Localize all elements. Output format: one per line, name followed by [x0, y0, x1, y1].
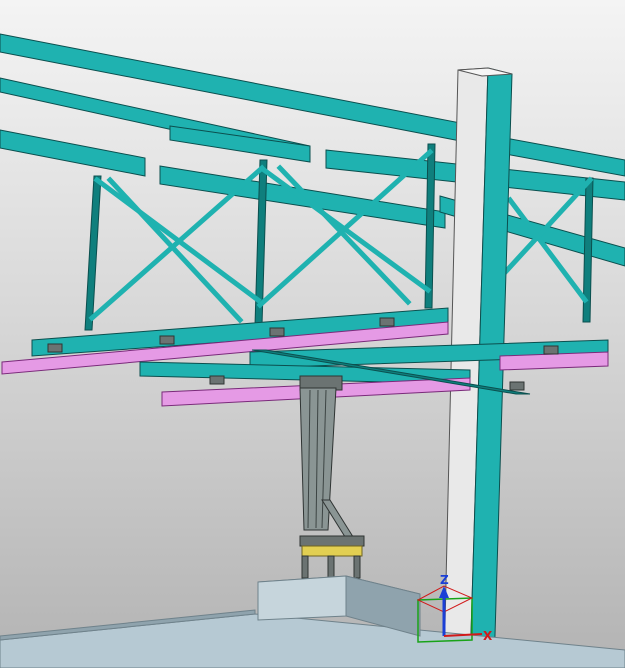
- effector-leg: [301, 555, 309, 579]
- floor-slab: [0, 575, 625, 668]
- clamp: [209, 375, 225, 385]
- cad-3d-viewport[interactable]: Z X: [0, 0, 625, 668]
- roof-beam: [0, 129, 146, 177]
- brace: [106, 176, 244, 324]
- clamp: [379, 317, 395, 327]
- clamp: [47, 343, 63, 353]
- effector-leg: [353, 555, 361, 579]
- effector-leg: [327, 555, 335, 579]
- pedestal-front: [257, 575, 347, 621]
- roof-beam: [0, 33, 477, 145]
- clamp: [269, 327, 285, 337]
- effector-plate: [299, 535, 365, 547]
- clamp: [509, 381, 525, 391]
- floor-surface: [0, 613, 625, 668]
- gantry-model-scene[interactable]: Z X: [0, 0, 625, 668]
- hanger-post: [84, 175, 102, 331]
- effector-carriage: [301, 545, 363, 557]
- end-effector: [299, 535, 365, 579]
- x-axis-label: X: [483, 629, 493, 643]
- roof-beam: [504, 137, 625, 177]
- clamp: [159, 335, 175, 345]
- telescopic-mast: [299, 375, 361, 549]
- clamp: [543, 345, 559, 355]
- z-axis-label: Z: [440, 573, 449, 587]
